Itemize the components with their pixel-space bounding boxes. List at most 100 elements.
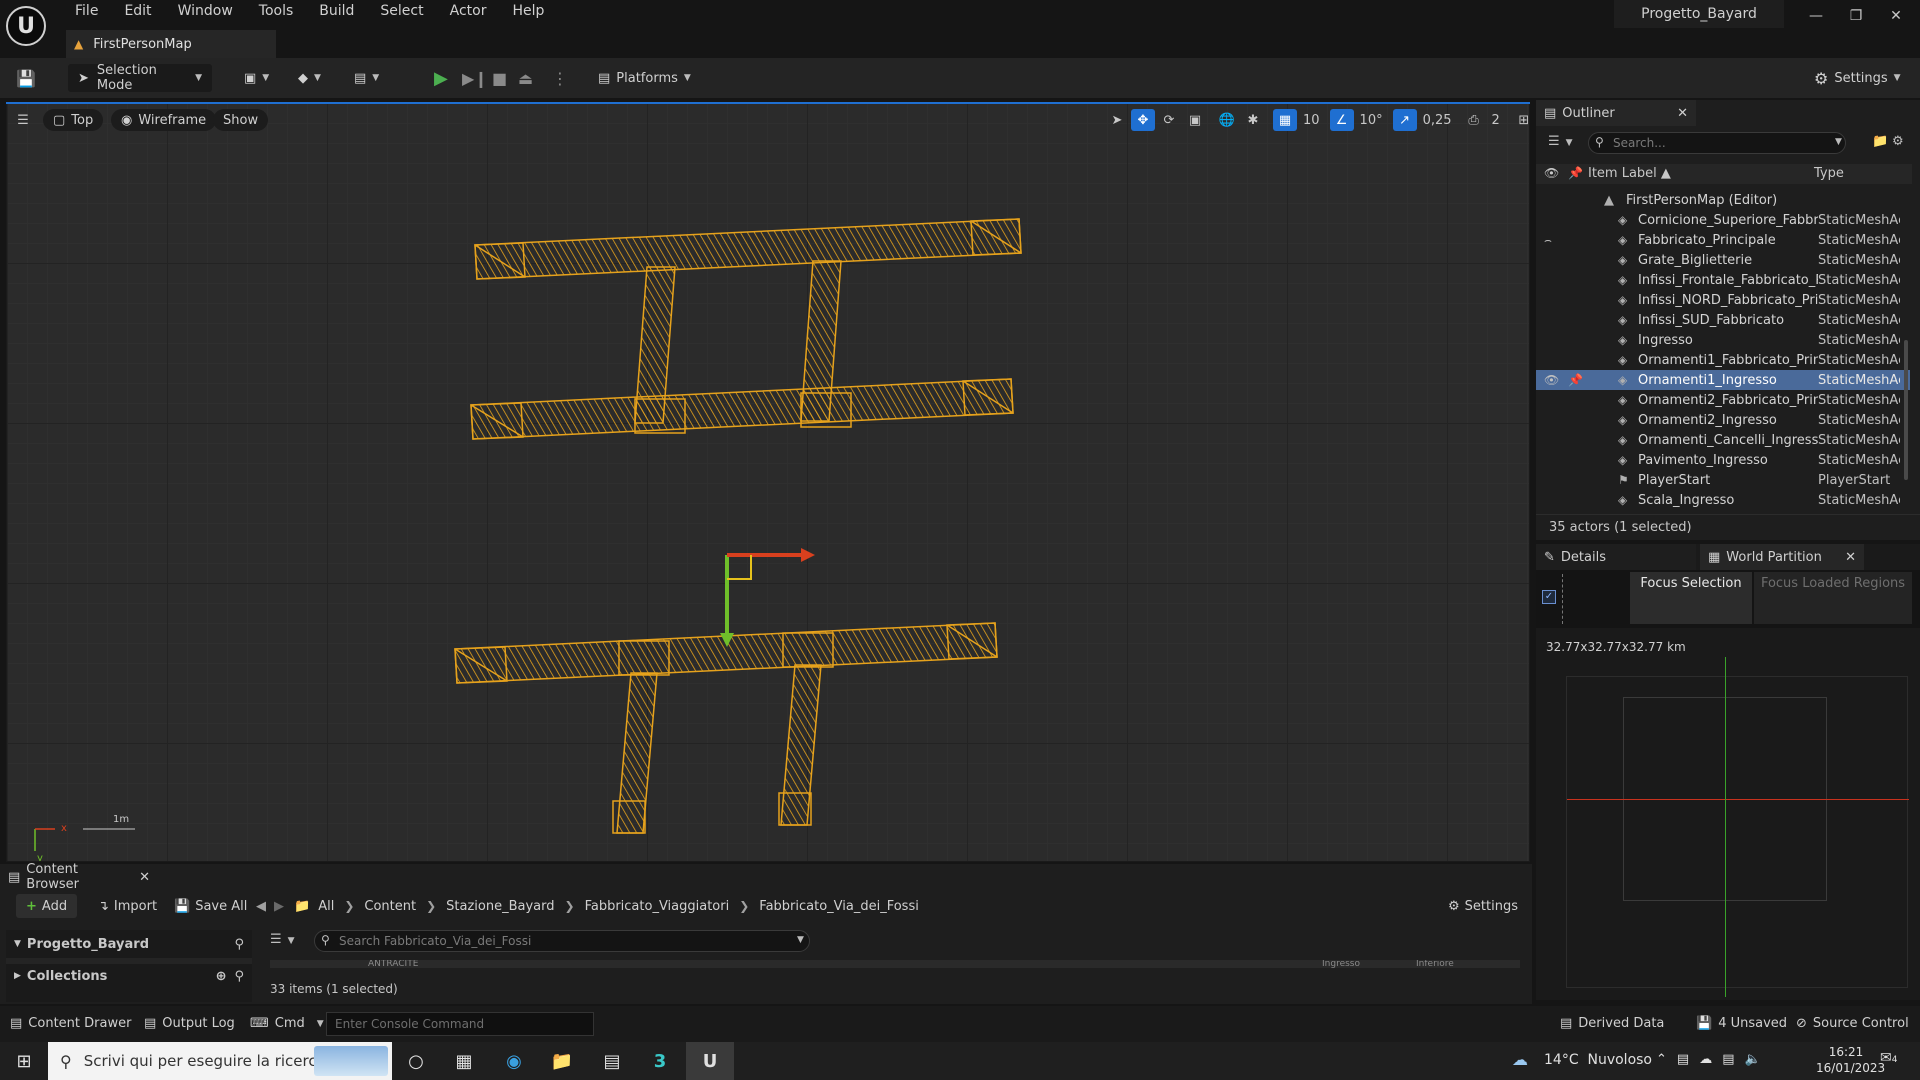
hamburger-menu-icon[interactable]: ☰ xyxy=(11,109,35,131)
content-browser-tab[interactable]: ▤ Content Browser ✕ xyxy=(0,862,158,892)
outliner-row[interactable]: ◈ Ornamenti2_Ingresso StaticMeshAct xyxy=(1536,410,1910,430)
outliner-row[interactable]: ◈ Scala_Ingresso StaticMeshAct xyxy=(1536,490,1910,510)
speaker-icon[interactable]: 🔈 xyxy=(1745,1052,1761,1067)
outliner-row[interactable]: ◈ Ingresso StaticMeshAct xyxy=(1536,330,1910,350)
outliner-row[interactable]: ◈ Infissi_Frontale_Fabbricato_Pi StaticMes… xyxy=(1536,270,1910,290)
grid-snap-icon[interactable]: ▦ xyxy=(1273,109,1297,131)
outliner-row[interactable]: ◈ Ornamenti2_Fabbricato_PrincStaticMeshAc… xyxy=(1536,390,1910,410)
output-log-button[interactable]: ▤ Output Log xyxy=(144,1016,235,1031)
outliner-row[interactable]: ⚑ PlayerStart PlayerStart xyxy=(1536,470,1910,490)
view-type-chip[interactable]: ▢ Top xyxy=(43,109,104,131)
add-button[interactable]: + Add xyxy=(16,894,78,918)
import-button[interactable]: ↴ Import xyxy=(98,894,157,918)
back-icon[interactable]: ◀ xyxy=(256,899,266,914)
breadcrumb-fabbricato-viaggiatori[interactable]: Fabbricato_Viaggiatori xyxy=(585,899,730,914)
windows-start-icon[interactable]: ⊞ xyxy=(0,1042,48,1080)
outliner-search-input[interactable]: ⚲ Search... ▼ xyxy=(1588,132,1846,154)
chevron-up-icon[interactable]: ⌃ xyxy=(1656,1052,1667,1067)
world-space-icon[interactable]: 🌐 xyxy=(1215,109,1239,131)
breadcrumb-content[interactable]: Content xyxy=(364,899,416,914)
breadcrumb-fabbricato-via-dei-fossi[interactable]: Fabbricato_Via_dei_Fossi xyxy=(759,899,919,914)
menu-actor[interactable]: Actor xyxy=(437,0,500,24)
outliner-scrollbar[interactable] xyxy=(1904,340,1908,480)
hidden-visibility-icon[interactable]: ⌢ xyxy=(1544,233,1552,248)
minimize-icon[interactable]: — xyxy=(1796,4,1836,28)
gear-icon[interactable]: ⚙ xyxy=(1892,134,1904,149)
tray-app-icon[interactable]: ▤ xyxy=(1677,1052,1689,1067)
close-tab-icon[interactable]: ✕ xyxy=(139,870,150,885)
asset-tile-ingresso[interactable]: Ingresso xyxy=(1322,960,1360,968)
menu-window[interactable]: Window xyxy=(165,0,246,24)
store-icon[interactable]: ▤ xyxy=(588,1042,636,1080)
outliner-row[interactable]: ◈ Ornamenti1_Fabbricato_PrincStaticMeshAc… xyxy=(1536,350,1910,370)
outliner-root[interactable]: ▲ FirstPersonMap (Editor) xyxy=(1536,190,1910,210)
stop-icon[interactable]: ■ xyxy=(492,64,507,92)
more-options-icon[interactable]: ⋮ xyxy=(552,64,568,92)
asset-tile-inferiore[interactable]: Inferiore xyxy=(1416,960,1454,968)
menu-edit[interactable]: Edit xyxy=(111,0,164,24)
item-label-column[interactable]: Item Label ▲ xyxy=(1588,166,1671,181)
task-view-icon[interactable]: ▦ xyxy=(440,1042,488,1080)
breadcrumb-all[interactable]: All xyxy=(318,899,334,914)
level-viewport[interactable]: x y 1m ☰ ▢ Top ◉ Wireframe Show ➤ ✥ ⟳ ▣ … xyxy=(6,102,1530,862)
edge-icon[interactable]: ◉ xyxy=(490,1042,538,1080)
camera-speed-icon[interactable]: ⎙ xyxy=(1462,109,1486,131)
grid-snap-value[interactable]: 10 xyxy=(1299,113,1324,128)
move-tool-icon[interactable]: ✥ xyxy=(1131,109,1155,131)
clock[interactable]: 16:21 16/01/2023 xyxy=(1816,1044,1885,1076)
filter-icon[interactable]: ☰ ▼ xyxy=(270,932,295,947)
add-collection-icon[interactable]: ⊕ xyxy=(216,969,227,984)
cortana-icon[interactable]: ○ xyxy=(392,1042,440,1080)
unreal-taskbar-icon[interactable]: U xyxy=(686,1042,734,1080)
collections-section[interactable]: ▶ Collections ⊕ ⚲ xyxy=(14,966,250,986)
select-tool-icon[interactable]: ➤ xyxy=(1105,109,1129,131)
taskbar-search-input[interactable]: ⚲ Scrivi qui per eseguire la ricerca xyxy=(48,1042,392,1080)
asset-tile-antracite[interactable]: ANTRACITE xyxy=(368,960,418,968)
outliner-row[interactable]: ◈ Infissi_NORD_Fabbricato_Prin StaticMeshA… xyxy=(1536,290,1910,310)
console-command-input[interactable]: Enter Console Command xyxy=(326,1012,594,1036)
pin-icon[interactable]: 📌 xyxy=(1568,373,1583,387)
file-explorer-icon[interactable]: 📁 xyxy=(538,1042,586,1080)
menu-build[interactable]: Build xyxy=(306,0,367,24)
settings-dropdown[interactable]: ⚙ Settings ▼ xyxy=(1814,64,1901,92)
source-control-button[interactable]: ⊘ Source Control xyxy=(1796,1016,1909,1031)
focus-loaded-regions-button[interactable]: Focus Loaded Regions xyxy=(1754,572,1912,624)
outliner-row[interactable]: ⌢ ◈ Fabbricato_Principale StaticMeshAct xyxy=(1536,230,1910,250)
scale-snap-value[interactable]: 0,25 xyxy=(1419,113,1456,128)
rotate-tool-icon[interactable]: ⟳ xyxy=(1157,109,1181,131)
details-tab[interactable]: ✎ Details xyxy=(1536,544,1696,570)
eject-icon[interactable]: ⏏ xyxy=(518,64,533,92)
close-tab-icon[interactable]: ✕ xyxy=(1845,550,1856,565)
notifications-icon[interactable]: ✉4 xyxy=(1880,1050,1897,1066)
content-drawer-button[interactable]: ▤ Content Drawer xyxy=(10,1016,131,1031)
search-icon[interactable]: ⚲ xyxy=(234,937,244,952)
derived-data-button[interactable]: ▤ Derived Data xyxy=(1560,1016,1664,1031)
viewport-layout-icon[interactable]: ⊞ xyxy=(1512,109,1529,131)
map-tab[interactable]: ▲ FirstPersonMap xyxy=(66,30,276,58)
restore-icon[interactable]: ❐ xyxy=(1836,4,1876,28)
world-partition-map[interactable] xyxy=(1566,657,1909,997)
menu-select[interactable]: Select xyxy=(367,0,436,24)
menu-tools[interactable]: Tools xyxy=(246,0,307,24)
visibility-icon[interactable]: 👁 xyxy=(1544,373,1559,387)
asset-tiles-strip[interactable]: ANTRACITE Ingresso Inferiore xyxy=(270,960,1520,968)
search-icon[interactable]: ⚲ xyxy=(234,969,244,984)
outliner-row[interactable]: ◈ Ornamenti_Cancelli_IngressoStaticMeshAc… xyxy=(1536,430,1910,450)
breadcrumb-stazione[interactable]: Stazione_Bayard xyxy=(446,899,554,914)
outliner-row[interactable]: ◈ Cornicione_Superiore_Fabbric StaticMeshA… xyxy=(1536,210,1910,230)
unreal-logo-icon[interactable]: U xyxy=(6,6,46,46)
outliner-row[interactable]: ◈ Infissi_SUD_Fabbricato StaticMeshAct xyxy=(1536,310,1910,330)
close-window-icon[interactable]: ✕ xyxy=(1876,4,1916,28)
outliner-tab[interactable]: ▤ Outliner ✕ xyxy=(1536,100,1696,126)
focus-selection-button[interactable]: Focus Selection xyxy=(1630,572,1752,624)
asset-search-input[interactable]: ⚲ Search Fabbricato_Via_dei_Fossi ▼ xyxy=(314,930,810,952)
weather-text[interactable]: 14°C Nuvoloso xyxy=(1544,1052,1652,1068)
wp-checkbox[interactable]: ✓ xyxy=(1542,590,1556,604)
outliner-row[interactable]: ◈ Pavimento_Ingresso StaticMeshAct xyxy=(1536,450,1910,470)
unsaved-button[interactable]: 💾 4 Unsaved xyxy=(1696,1016,1787,1031)
close-tab-icon[interactable]: ✕ xyxy=(1677,106,1688,121)
rotation-snap-icon[interactable]: ∠ xyxy=(1329,109,1354,131)
filter-icon[interactable]: ☰ ▼ xyxy=(1548,134,1573,149)
scale-snap-icon[interactable]: ↗ xyxy=(1392,109,1417,131)
view-mode-chip[interactable]: ◉ Wireframe xyxy=(111,109,217,131)
